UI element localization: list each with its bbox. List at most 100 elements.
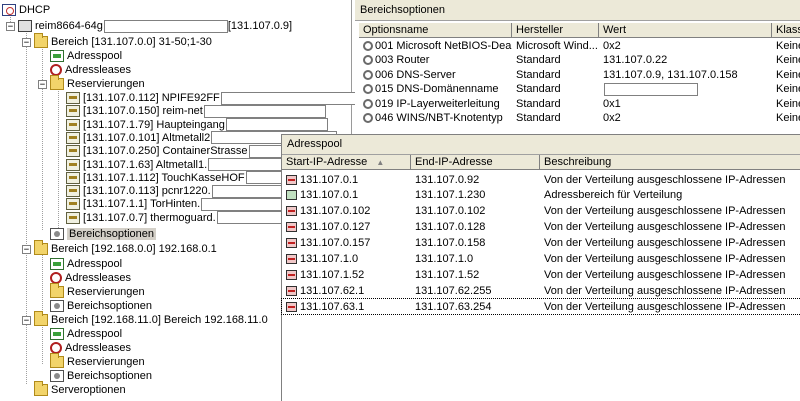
col-start-ip[interactable]: Start-IP-Adresse ▲ [282, 155, 411, 169]
cell-text: Standard [516, 83, 561, 95]
options-icon [50, 300, 64, 312]
tree-label: [131.107.1.112] TouchKasseHOF [83, 171, 245, 184]
address-range-icon [286, 190, 297, 201]
pool-row[interactable]: 131.107.0.157 131.107.0.158 Von der Vertei… [282, 236, 800, 251]
cell-text: Microsoft Wind... [516, 39, 598, 52]
tree-label: [131.107.0.7] thermoguard. [83, 211, 216, 224]
cell-text: 001 Microsoft NetBIOS-Deak... [375, 39, 512, 52]
option-cell: 0x2 [599, 40, 772, 52]
tree-label: Adressleases [65, 272, 132, 284]
cell-text: 131.107.0.127 [300, 221, 371, 234]
cell-text: 046 WINS/NBT-Knotentyp [375, 112, 503, 124]
pool-row[interactable]: 131.107.1.52 131.107.1.52 Von der Verteilu… [282, 267, 800, 282]
folder-icon [50, 75, 64, 90]
cell-text: Standard [516, 97, 561, 110]
collapse-toggle[interactable]: − [22, 37, 31, 47]
tree-item-bereichsoptionen[interactable]: Bereichsoptionen [50, 226, 157, 242]
pool-cell-end: 131.107.1.52 [411, 269, 540, 281]
option-cell: 0x1 [599, 98, 772, 110]
pool-row[interactable]: 131.107.1.0 131.107.1.0 Von der Verteilung… [282, 252, 800, 267]
cell-text: Von der Verteilung ausgeschlossene IP-Ad… [544, 173, 786, 186]
pool-row[interactable]: 131.107.63.1 131.107.63.254 Von der Vertei… [281, 298, 800, 316]
col-beschreibung[interactable]: Beschreibung [540, 155, 800, 169]
option-row[interactable]: 001 Microsoft NetBIOS-Deak... Microsoft W… [359, 38, 800, 53]
collapse-toggle[interactable]: − [38, 79, 47, 89]
tree-label: Adresspool [67, 328, 123, 340]
col-optionsname[interactable]: Optionsname [359, 23, 512, 37]
cell-text: Keine [776, 97, 800, 110]
server-icon [18, 20, 32, 32]
pool-cell-start: 131.107.0.1 [282, 189, 411, 201]
cell-text: Standard [516, 68, 561, 81]
tree-root-dhcp[interactable]: DHCP [2, 2, 50, 18]
option-cell: Standard [512, 98, 599, 110]
tree-scope-2[interactable]: − Bereich [192.168.0.0] 192.168.0.1 [22, 240, 217, 257]
tree-server[interactable]: − reim8664-64g [131.107.0.9] [6, 18, 292, 34]
option-cell: Keine [772, 40, 800, 52]
option-cell: Standard [512, 83, 599, 95]
pool-cell-desc: Von der Verteilung ausgeschlossene IP-Ad… [540, 301, 800, 313]
pool-row[interactable]: 131.107.0.127 131.107.0.128 Von der Vertei… [282, 220, 800, 235]
cell-text: 131.107.0.128 [415, 221, 486, 234]
cell-text: 003 Router [375, 54, 430, 66]
cell-text: 131.107.1.52 [300, 268, 365, 281]
cell-text: Von der Verteilung ausgeschlossene IP-Ad… [544, 221, 786, 234]
tree-label: Adressleases [65, 342, 132, 354]
reservation-icon [66, 92, 80, 104]
option-row[interactable]: 015 DNS-Domänenname Standard Keine [359, 82, 800, 97]
option-row[interactable]: 019 IP-Layerweiterleitung Standard 0x1 Kein… [359, 96, 800, 111]
option-cell: Keine [772, 98, 800, 110]
cell-text: 006 DNS-Server [375, 68, 456, 81]
pool-row[interactable]: 131.107.0.1 131.107.1.230 Adressbereich fü… [282, 188, 800, 203]
option-row[interactable]: 046 WINS/NBT-Knotentyp Standard 0x2 Keine [359, 111, 800, 126]
col-klasse[interactable]: Klasse [772, 23, 800, 37]
options-icon [50, 228, 64, 240]
pool-cell-desc: Von der Verteilung ausgeschlossene IP-Ad… [540, 221, 800, 233]
reservation-icon [66, 158, 80, 171]
col-wert[interactable]: Wert [599, 23, 772, 37]
cell-text: 015 DNS-Domänenname [375, 83, 499, 95]
option-cell: 046 WINS/NBT-Knotentyp [359, 112, 512, 124]
cell-text: 131.107.1.52 [415, 268, 480, 281]
option-cell: Keine [772, 112, 800, 124]
option-cell: Standard [512, 69, 599, 81]
redacted-box [604, 82, 698, 96]
tree-label: [131.107.0.112] NPIFE92FF [83, 92, 220, 104]
collapse-toggle[interactable]: − [22, 315, 31, 325]
excluded-range-icon [286, 269, 297, 280]
col-hersteller[interactable]: Hersteller [512, 23, 599, 37]
col-end-ip[interactable]: End-IP-Adresse [411, 155, 540, 169]
pool-row[interactable]: 131.107.0.1 131.107.0.92 Von der Verteilun… [282, 172, 800, 187]
cell-text: 131.107.1.230 [415, 189, 486, 202]
option-cell: 0x2 [599, 112, 772, 124]
cell-text: 131.107.0.158 [415, 237, 486, 250]
col-label: Start-IP-Adresse [286, 156, 368, 168]
pool-cell-desc: Von der Verteilung ausgeschlossene IP-Ad… [540, 237, 800, 249]
server-name: reim8664-64g [35, 20, 103, 32]
pool-cell-desc: Von der Verteilung ausgeschlossene IP-Ad… [540, 285, 800, 297]
tree-label: [131.107.1.1] TorHinten. [83, 198, 201, 211]
cell-text: Standard [516, 54, 561, 66]
collapse-toggle[interactable]: − [6, 21, 15, 31]
cell-text: Keine [776, 39, 800, 52]
pool-cell-end: 131.107.62.255 [411, 285, 540, 297]
pool-row[interactable]: 131.107.0.102 131.107.0.102 Von der Vertei… [282, 204, 800, 219]
option-cell: Microsoft Wind... [512, 40, 599, 52]
collapse-toggle[interactable]: − [22, 244, 31, 254]
cell-text: 131.107.0.9, 131.107.0.158 [603, 68, 738, 81]
excluded-range-icon [286, 222, 297, 233]
pool-cell-start: 131.107.63.1 [282, 301, 411, 313]
tree-label: Reservierungen [67, 356, 145, 368]
tree-label: [131.107.0.101] Altmetall2 [83, 131, 211, 144]
pool-cell-end: 131.107.0.158 [411, 237, 540, 249]
cell-text: 131.107.0.102 [415, 205, 486, 218]
tree-label: [131.107.0.150] reim-net [83, 105, 203, 118]
tree-label: [131.107.1.79] Haupteingang [83, 118, 225, 131]
pool-row[interactable]: 131.107.62.1 131.107.62.255 Von der Vertei… [282, 283, 800, 298]
tree-item-serveroptionen[interactable]: Serveroptionen [34, 381, 126, 398]
option-row[interactable]: 003 Router Standard 131.107.0.22 Keine [359, 53, 800, 68]
cell-text: Von der Verteilung ausgeschlossene IP-Ad… [544, 284, 786, 297]
pool-cell-start: 131.107.0.102 [282, 205, 411, 217]
cell-text: 131.107.1.0 [415, 253, 474, 265]
option-row[interactable]: 006 DNS-Server Standard 131.107.0.9, 131.1… [359, 67, 800, 82]
